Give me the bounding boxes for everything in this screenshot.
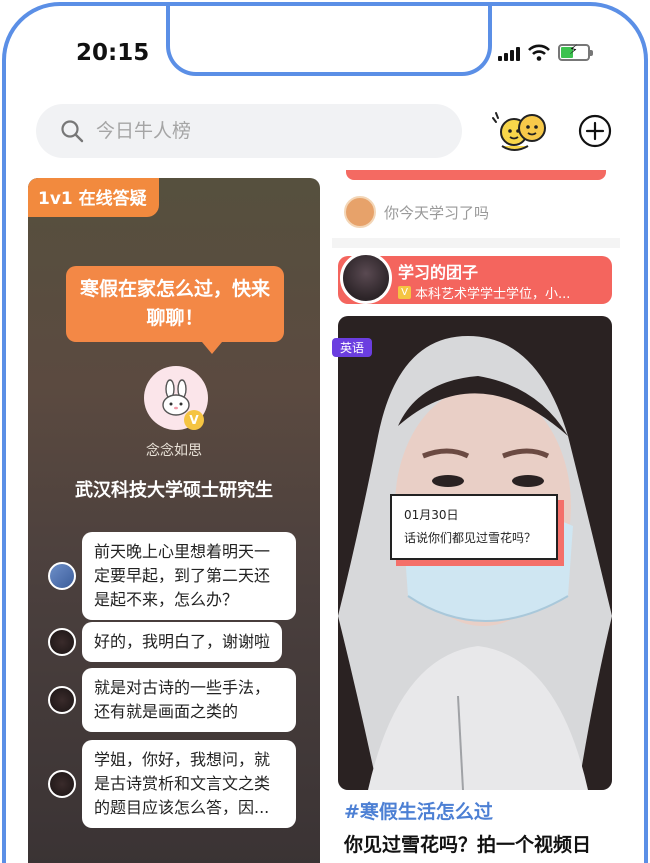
- live-qa-card[interactable]: 1v1 在线答疑 寒假在家怎么过，快来聊聊！ V 念念如思 武汉科技大学硕士研究…: [28, 178, 320, 863]
- user-avatar: [48, 770, 76, 798]
- study-prompt-row[interactable]: 你今天学习了吗: [344, 196, 489, 228]
- add-circle-icon[interactable]: [578, 114, 612, 148]
- chat-message: 学姐，你好，我想问，就是古诗赏析和文言文之类的题目应该怎么答，因...: [48, 740, 296, 828]
- search-bar[interactable]: [36, 104, 462, 158]
- message-text: 好的，我明白了，谢谢啦: [82, 622, 283, 662]
- study-avatar: [344, 196, 376, 228]
- status-time: 20:15: [76, 40, 150, 66]
- post-question: 话说你们都见过雪花吗？: [404, 531, 537, 545]
- verified-icon: V: [398, 286, 411, 299]
- chat-message: 就是对古诗的一些手法，还有就是画面之类的: [48, 668, 296, 732]
- status-icons: ⚡: [498, 43, 593, 61]
- topic-bubble: 寒假在家怎么过，快来聊聊！: [66, 266, 284, 354]
- author-name: 学习的团子: [398, 263, 479, 282]
- section-divider: [332, 238, 620, 248]
- user-avatar: [48, 686, 76, 714]
- message-text: 就是对古诗的一些手法，还有就是画面之类的: [82, 668, 296, 732]
- friends-icon[interactable]: [492, 108, 552, 154]
- language-tag: 英语: [332, 338, 373, 357]
- user-avatar: [48, 628, 76, 656]
- previous-card-edge: [346, 170, 606, 180]
- host-name: 念念如思: [146, 443, 202, 459]
- post-date: 01月30日: [404, 508, 459, 522]
- author-description: V 本科艺术学学士学位，小...: [398, 283, 570, 302]
- host-title: 武汉科技大学硕士研究生: [75, 480, 273, 501]
- wifi-icon: [528, 44, 550, 61]
- date-question-card: 01月30日 话说你们都见过雪花吗？: [390, 494, 558, 560]
- search-input[interactable]: [96, 120, 396, 142]
- phone-notch: [166, 6, 492, 76]
- chat-message: 前天晚上心里想着明天一定要早起，到了第二天还是起不来，怎么办？: [48, 532, 310, 620]
- battery-charging-icon: ⚡: [558, 43, 593, 61]
- chat-message: 好的，我明白了，谢谢啦: [48, 622, 283, 662]
- message-text: 前天晚上心里想着明天一定要早起，到了第二天还是起不来，怎么办？: [82, 532, 296, 620]
- author-avatar[interactable]: [340, 252, 392, 304]
- live-tag: 1v1 在线答疑: [28, 178, 159, 217]
- author-description-text: 本科艺术学学士学位，小...: [415, 287, 571, 302]
- post-hashtag[interactable]: #寒假生活怎么过: [344, 797, 493, 824]
- search-icon: [61, 120, 84, 143]
- signal-icon: [498, 45, 520, 61]
- user-avatar: [48, 562, 76, 590]
- post-title[interactable]: 你见过雪花吗？拍一个视频日: [344, 830, 591, 857]
- message-text: 学姐，你好，我想问，就是古诗赏析和文言文之类的题目应该怎么答，因...: [82, 740, 296, 828]
- study-prompt-text: 你今天学习了吗: [384, 203, 490, 222]
- verified-badge-icon: V: [184, 410, 204, 430]
